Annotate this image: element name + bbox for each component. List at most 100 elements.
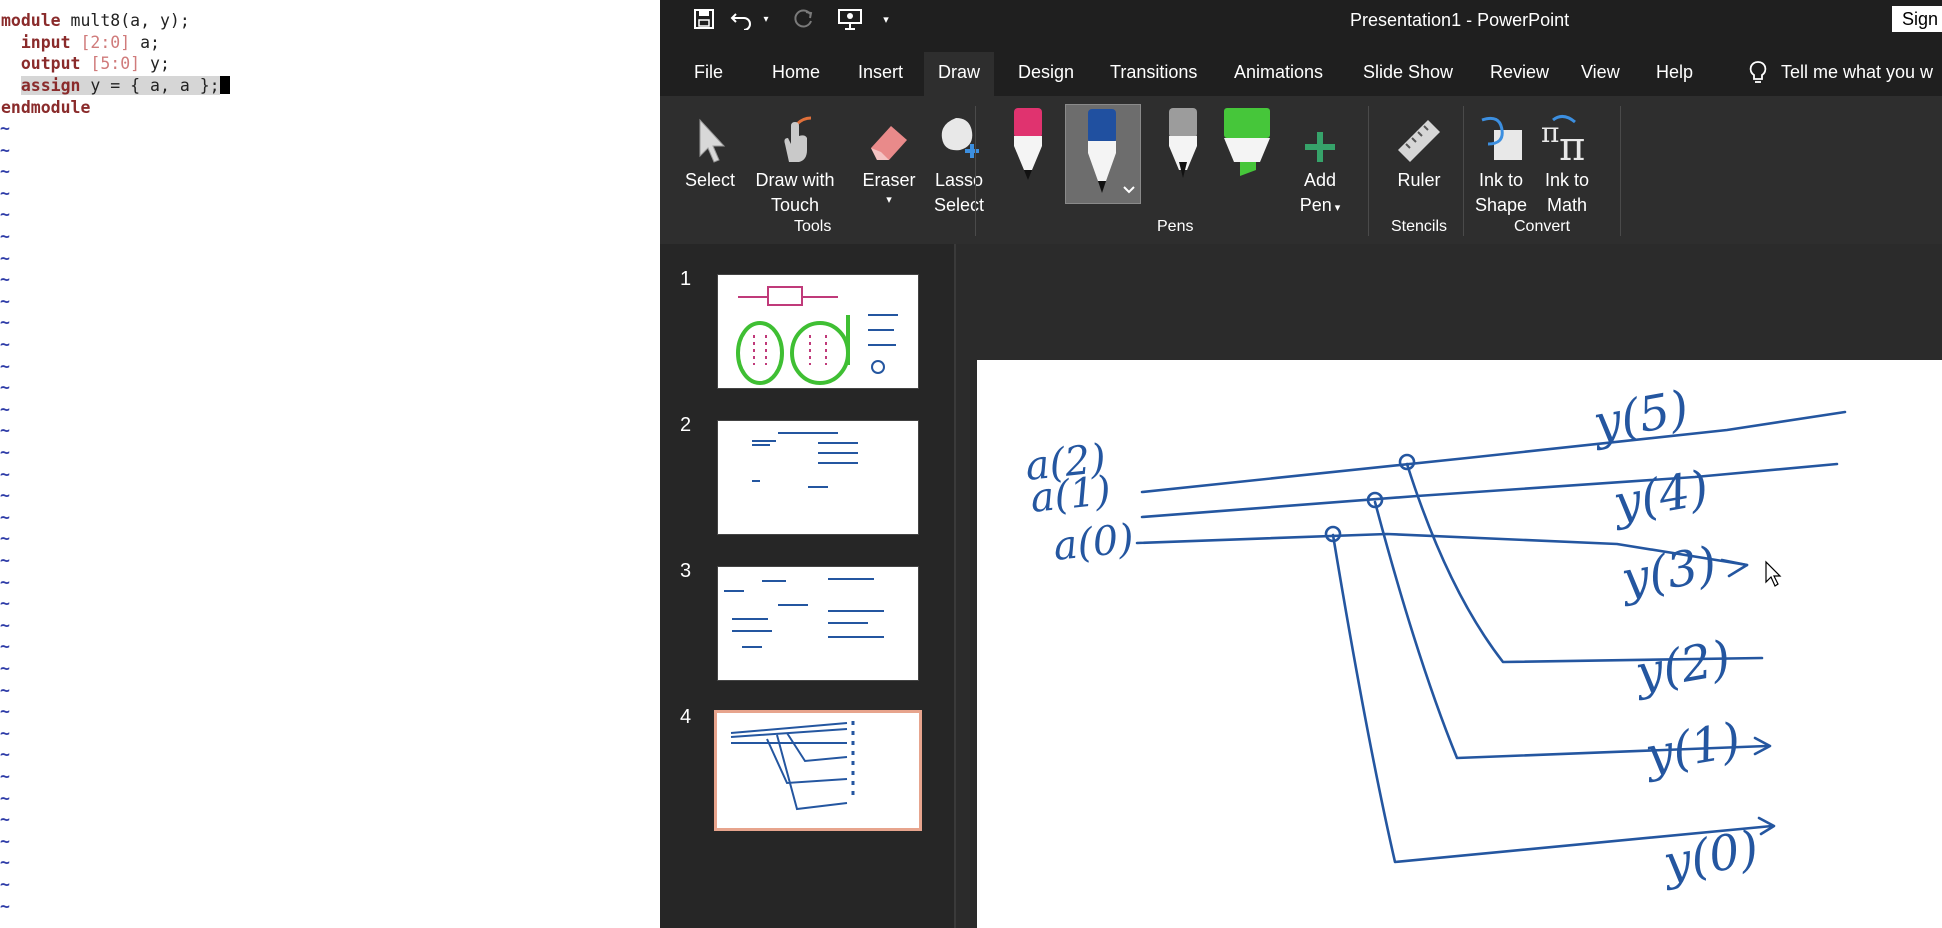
redo-icon[interactable] <box>792 8 816 32</box>
tab-draw[interactable]: Draw <box>924 52 995 97</box>
highlighter-green[interactable] <box>1222 106 1272 191</box>
powerpoint-window: ▾ ▾ Presentation1 - PowerPoint Sign File… <box>660 0 1942 928</box>
tilde-line-marker: ~ <box>0 119 10 138</box>
eraser-button[interactable]: Eraser ▾ <box>854 108 924 207</box>
tilde-line-marker: ~ <box>0 140 10 160</box>
ruler-label: Ruler <box>1397 170 1441 190</box>
slide-thumbnail-4-selected[interactable] <box>714 710 922 831</box>
ruler-button[interactable]: Ruler <box>1380 108 1458 193</box>
pen-pink[interactable] <box>1010 106 1046 191</box>
slide-number-4: 4 <box>680 706 692 728</box>
module-signature: mult8(a, y); <box>60 11 190 30</box>
slide-canvas[interactable]: a(2) a(1) a(0) y(5) y(4) y(3) y(2) y(1) y(0) <box>977 360 1942 928</box>
slide-thumbnail-2[interactable] <box>717 420 919 535</box>
input-wire-a1 <box>1140 462 1839 519</box>
draw-with-touch-label: Draw with <box>755 170 835 190</box>
group-label-stencils: Stencils <box>1391 218 1448 235</box>
tilde-line-marker: ~ <box>0 594 10 614</box>
tab-view[interactable]: View <box>1581 62 1620 83</box>
ink-label-a0: a(0) <box>1051 516 1136 570</box>
draw-with-touch-label-2: Touch <box>770 195 820 215</box>
ink-to-shape-icon <box>1468 108 1534 164</box>
ink-to-math-label-2: Math <box>1546 195 1588 215</box>
ink-to-shape-button[interactable]: Ink to Shape <box>1468 108 1534 218</box>
tab-animations[interactable]: Animations <box>1234 62 1323 83</box>
draw-with-touch-button[interactable]: Draw with Touch <box>740 108 850 218</box>
tilde-line-marker: ~ <box>0 335 10 354</box>
input-name: a; <box>130 33 160 52</box>
ink-to-math-button[interactable]: ππ Ink to Math <box>1534 108 1600 218</box>
group-separator <box>1463 106 1464 236</box>
tab-design[interactable]: Design <box>1018 62 1074 83</box>
lightbulb-icon <box>1748 60 1768 91</box>
tab-review[interactable]: Review <box>1490 62 1549 83</box>
output-range: [5:0] <box>80 54 141 73</box>
svg-text:π: π <box>1541 116 1559 149</box>
add-pen-button[interactable]: Add Pen ▾ <box>1285 108 1355 221</box>
tilde-line-marker: ~ <box>0 183 10 203</box>
tilde-line-marker: ~ <box>0 831 10 851</box>
keyword-assign: assign <box>20 76 81 95</box>
ink-to-math-label: Ink to <box>1544 170 1590 190</box>
tilde-line-marker: ~ <box>0 896 10 916</box>
pen-blue-selected[interactable] <box>1065 104 1141 204</box>
tab-help[interactable]: Help <box>1656 62 1693 83</box>
tilde-line-marker: ~ <box>0 291 10 311</box>
tilde-line-marker: ~ <box>0 399 10 419</box>
tab-home[interactable]: Home <box>772 62 820 83</box>
start-from-beginning-icon[interactable] <box>838 8 862 32</box>
lasso-select-button[interactable]: Lasso Select <box>924 108 994 218</box>
tilde-line-marker: ~ <box>0 421 10 441</box>
tilde-line-marker: ~ <box>0 788 10 808</box>
tilde-line-marker: ~ <box>0 227 10 246</box>
eraser-dropdown-icon[interactable]: ▾ <box>854 193 924 207</box>
tab-file[interactable]: File <box>694 62 723 83</box>
plus-icon <box>1285 108 1355 164</box>
code-line-1: module mult8(a, y); <box>1 10 190 32</box>
keyword-output: output <box>20 54 81 73</box>
tell-me-search[interactable]: Tell me what you w <box>1781 62 1933 83</box>
tilde-line-marker: ~ <box>0 356 10 376</box>
save-icon[interactable] <box>692 8 716 32</box>
sign-in-button[interactable]: Sign <box>1892 6 1942 32</box>
ink-to-shape-label: Ink to <box>1478 170 1524 190</box>
undo-icon[interactable] <box>730 8 754 32</box>
output-name: y; <box>140 54 170 73</box>
slide-thumbnail-panel[interactable]: 1 2 3 4 <box>660 244 954 928</box>
select-button[interactable]: Select <box>680 108 740 193</box>
tilde-line-marker: ~ <box>0 205 10 225</box>
slide-number-3: 3 <box>680 560 692 582</box>
slide-thumbnail-3[interactable] <box>717 566 919 681</box>
add-pen-label-2: Pen <box>1299 195 1332 215</box>
pen-black[interactable] <box>1165 106 1201 191</box>
panel-divider <box>954 244 956 928</box>
tilde-line-marker: ~ <box>0 464 10 484</box>
tilde-line-marker: ~ <box>0 443 10 462</box>
tilde-line-marker: ~ <box>0 551 10 570</box>
ink-label-a1: a(1) <box>1028 468 1113 522</box>
ruler-icon <box>1380 108 1458 164</box>
add-pen-label: Add <box>1303 170 1337 190</box>
tab-slide-show[interactable]: Slide Show <box>1363 62 1453 83</box>
tilde-line-marker: ~ <box>0 507 10 527</box>
code-line-3: output [5:0] y; <box>1 53 170 75</box>
group-label-pens: Pens <box>1157 218 1194 235</box>
keyword-endmodule: endmodule <box>1 98 91 117</box>
tab-insert[interactable]: Insert <box>858 62 903 83</box>
tab-transitions[interactable]: Transitions <box>1110 62 1197 83</box>
svg-text:π: π <box>1559 124 1585 164</box>
code-line-2: input [2:0] a; <box>1 32 160 54</box>
code-line-4: assign y = { a, a }; <box>1 75 230 97</box>
undo-dropdown-icon[interactable]: ▾ <box>754 8 778 32</box>
eraser-icon <box>854 108 924 164</box>
tilde-line-marker: ~ <box>0 270 10 290</box>
group-separator <box>975 106 976 236</box>
vim-editor[interactable]: module mult8(a, y); input [2:0] a; outpu… <box>0 0 660 928</box>
keyword-module: module <box>1 11 61 30</box>
slide-thumbnail-1[interactable] <box>717 274 919 389</box>
ink-label-y2: y(2) <box>1629 630 1734 702</box>
slide-number-1: 1 <box>680 268 692 290</box>
tilde-line-marker: ~ <box>0 637 10 657</box>
customize-qat-icon[interactable]: ▾ <box>874 8 898 32</box>
